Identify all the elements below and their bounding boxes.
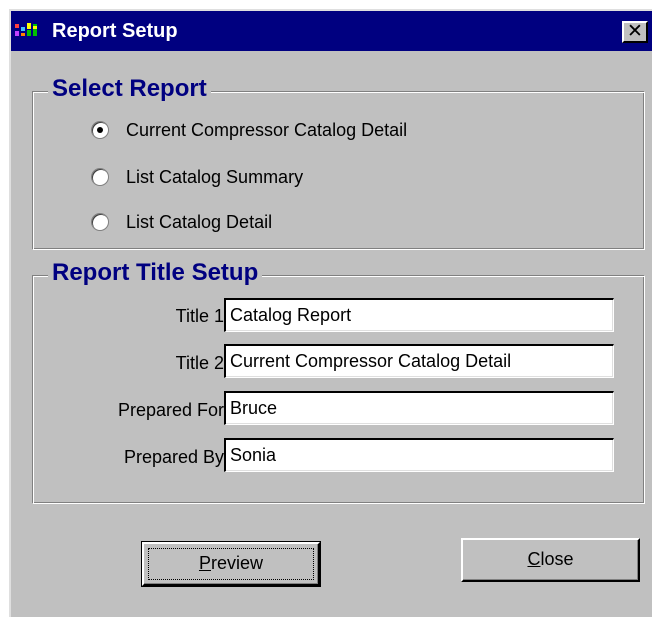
radio-label[interactable]: List Catalog Summary bbox=[126, 165, 303, 189]
select-report-legend: Select Report bbox=[48, 75, 211, 103]
select-report-group bbox=[32, 91, 645, 250]
prepared-for-input[interactable] bbox=[224, 391, 614, 425]
radio-label[interactable]: List Catalog Detail bbox=[126, 210, 272, 234]
prepared-for-label: Prepared For bbox=[117, 400, 224, 420]
close-button[interactable]: Close bbox=[461, 538, 640, 582]
preview-label: review bbox=[211, 553, 264, 573]
title-1-input[interactable] bbox=[224, 298, 614, 332]
close-accelerator: C bbox=[527, 549, 541, 569]
title-2-input[interactable] bbox=[224, 344, 614, 378]
title-1-label: Title 1 bbox=[175, 306, 224, 326]
report-title-setup-legend: Report Title Setup bbox=[48, 259, 263, 287]
close-window-button[interactable]: ✕ bbox=[622, 21, 648, 43]
title-2-label: Title 2 bbox=[175, 353, 224, 373]
close-label: lose bbox=[540, 549, 574, 569]
radio-button[interactable] bbox=[91, 213, 109, 231]
prepared-by-input[interactable] bbox=[224, 438, 614, 472]
title-bar[interactable]: Report Setup ✕ bbox=[11, 11, 652, 51]
radio-label[interactable]: Current Compressor Catalog Detail bbox=[126, 118, 407, 142]
prepared-by-label: Prepared By bbox=[123, 447, 224, 467]
close-icon: ✕ bbox=[627, 21, 643, 42]
app-icon bbox=[15, 23, 37, 36]
window-title: Report Setup bbox=[52, 20, 178, 42]
preview-accelerator: P bbox=[198, 553, 211, 573]
radio-button[interactable] bbox=[91, 168, 109, 186]
report-setup-dialog: Report Setup ✕ Select Report Current Com… bbox=[9, 9, 652, 617]
preview-button[interactable]: Preview bbox=[141, 541, 321, 587]
radio-button[interactable] bbox=[91, 121, 109, 139]
